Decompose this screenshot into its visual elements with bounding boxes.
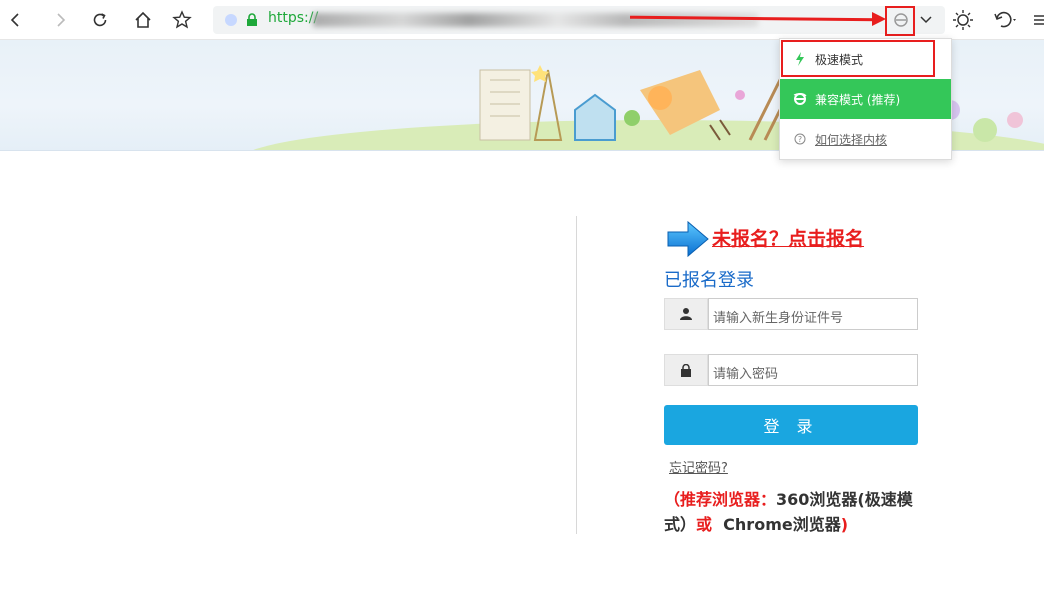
login-title: 已报名登录 — [664, 270, 754, 291]
star-icon[interactable] — [170, 8, 194, 32]
menu-icon[interactable] — [1032, 8, 1044, 32]
lock-icon — [664, 354, 708, 386]
recommendation-prefix: （推荐浏览器： — [664, 490, 777, 509]
register-link[interactable]: 未报名？点击报名 — [712, 224, 864, 251]
svg-text:?: ? — [798, 135, 802, 144]
login-button[interactable]: 登 录 — [664, 405, 918, 445]
browser-recommendation: （推荐浏览器：360浏览器(极速模式）或 Chrome浏览器) — [664, 487, 924, 537]
menu-item-label: 兼容模式 (推荐) — [815, 92, 901, 107]
annotation-arrow-head — [872, 12, 886, 26]
site-info-icon[interactable] — [225, 14, 237, 26]
menu-item-label: 如何选择内核 — [815, 132, 888, 147]
back-icon[interactable] — [4, 8, 28, 32]
chevron-down-icon[interactable] — [914, 8, 938, 32]
lock-icon — [246, 12, 258, 31]
menu-item-compat-mode[interactable]: 兼容模式 (推荐) — [780, 79, 951, 119]
ie-icon — [793, 92, 807, 106]
annotation-box-speed-mode — [781, 40, 935, 77]
brightness-icon[interactable] — [951, 8, 975, 32]
home-icon[interactable] — [131, 8, 155, 32]
recommendation-chrome: Chrome浏览器 — [723, 515, 841, 534]
recommendation-or: 或 — [696, 515, 713, 534]
url-text: https:// — [268, 10, 319, 26]
content-divider — [576, 216, 577, 534]
recommendation-suffix: ) — [840, 515, 849, 534]
menu-item-how-to-choose[interactable]: ? 如何选择内核 — [780, 119, 951, 159]
undo-icon[interactable] — [991, 8, 1021, 32]
blue-arrow-icon — [666, 220, 710, 262]
id-number-input[interactable] — [708, 298, 918, 330]
user-icon — [664, 298, 708, 330]
url-blurred — [313, 13, 758, 27]
forgot-password-link[interactable]: 忘记密码? — [669, 457, 728, 476]
help-icon: ? — [793, 132, 807, 146]
annotation-box-mode-icon — [885, 6, 915, 36]
forward-icon[interactable] — [48, 8, 72, 32]
password-input[interactable] — [708, 354, 918, 386]
refresh-icon[interactable] — [88, 8, 112, 32]
